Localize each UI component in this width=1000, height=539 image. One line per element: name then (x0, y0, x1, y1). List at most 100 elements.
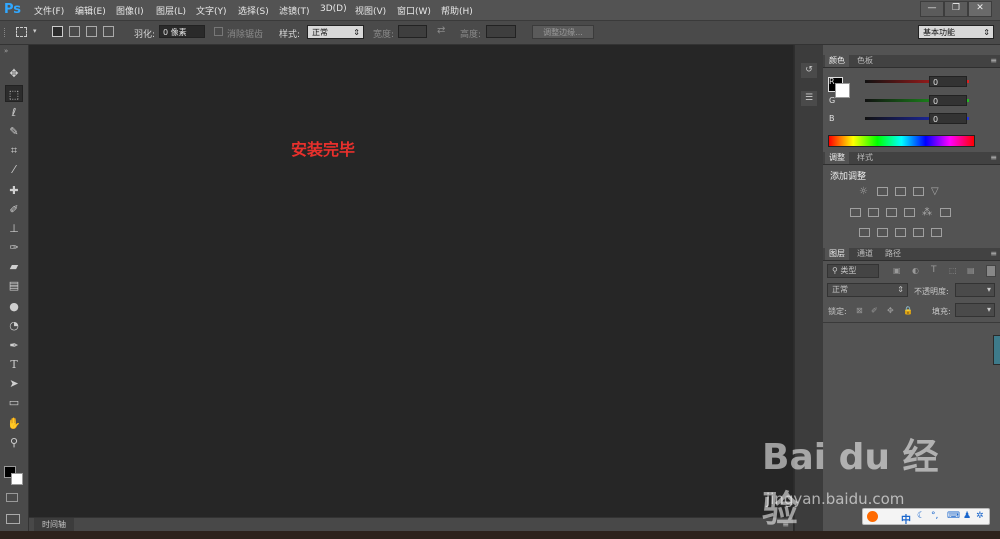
color-balance-icon[interactable] (868, 208, 879, 217)
close-icon[interactable]: ✕ (968, 1, 992, 17)
hue-saturation-icon[interactable] (850, 208, 861, 217)
canvas-area[interactable] (29, 45, 793, 517)
screen-mode-icon[interactable] (6, 514, 20, 524)
add-selection-icon[interactable] (69, 26, 80, 37)
properties-panel-icon[interactable]: ☰ (801, 91, 817, 106)
punctuation-icon[interactable]: °, (931, 511, 938, 521)
timeline-panel[interactable]: 时间轴 ≡ (29, 517, 793, 532)
tab-styles[interactable]: 样式 (853, 152, 877, 164)
collapse-toolbox-icon[interactable]: » (4, 47, 8, 55)
blur-tool-icon[interactable]: ● (5, 298, 23, 315)
tools-icon[interactable]: ✲ (976, 511, 984, 521)
channel-g-input[interactable]: 0 (929, 95, 967, 106)
tab-layers[interactable]: 图层 (825, 248, 849, 260)
tab-channels[interactable]: 通道 (853, 248, 877, 260)
hand-tool-icon[interactable]: ✋ (5, 415, 23, 432)
color-spectrum-ramp[interactable] (828, 135, 975, 147)
lock-position-icon[interactable]: ✥ (887, 306, 894, 315)
antialias-checkbox[interactable] (214, 27, 223, 36)
filter-smart-object-icon[interactable]: ▤ (967, 266, 975, 275)
rectangle-tool-icon[interactable]: ▭ (5, 394, 23, 411)
panel-scroll-handle[interactable] (993, 335, 1000, 365)
photo-filter-icon[interactable] (904, 208, 915, 217)
workspace-select[interactable]: 基本功能 ⇕ (918, 25, 994, 39)
layers-panel-menu-icon[interactable]: ≡ (990, 248, 997, 260)
posterize-icon[interactable] (877, 228, 888, 237)
color-panel-menu-icon[interactable]: ≡ (990, 55, 997, 67)
dodge-tool-icon[interactable]: ◔ (5, 317, 23, 334)
black-white-icon[interactable] (886, 208, 897, 217)
ime-toolbar[interactable]: 中 ☾ °, ⌨ ♟ ✲ (862, 508, 990, 526)
feather-input[interactable]: 0 像素 (159, 25, 205, 38)
invert-icon[interactable] (859, 228, 870, 237)
brightness-contrast-icon[interactable]: ☼ (859, 187, 870, 197)
gradient-map-icon[interactable] (913, 228, 924, 237)
vibrance-icon[interactable]: ▽ (931, 187, 942, 197)
zoom-tool-icon[interactable]: ⚲ (5, 434, 23, 451)
keyboard-icon[interactable]: ⌨ (947, 511, 960, 521)
eraser-tool-icon[interactable]: ▰ (5, 258, 23, 275)
marquee-tool-icon[interactable]: ⬚ (5, 85, 23, 102)
brush-tool-icon[interactable]: ✐ (5, 201, 23, 218)
healing-brush-tool-icon[interactable]: ✚ (5, 182, 23, 199)
tab-paths[interactable]: 路径 (881, 248, 905, 260)
menu-3d[interactable]: 3D(D) (320, 4, 347, 14)
crop-tool-icon[interactable]: ⌗ (5, 142, 23, 159)
menu-file[interactable]: 文件(F) (34, 4, 64, 17)
opacity-input[interactable]: ▾ (955, 283, 995, 297)
blend-mode-select[interactable]: 正常 ⇕ (827, 283, 908, 297)
refine-edge-button[interactable]: 调整边缘... (532, 25, 594, 39)
height-input[interactable] (486, 25, 516, 38)
clone-stamp-tool-icon[interactable]: ⊥ (5, 220, 23, 237)
move-tool-icon[interactable]: ✥ (5, 65, 23, 82)
rectangular-marquee-preset-icon[interactable] (16, 27, 27, 37)
history-brush-tool-icon[interactable]: ✑ (5, 239, 23, 256)
eyedropper-tool-icon[interactable]: ⁄ (5, 161, 23, 178)
quick-mask-icon[interactable] (6, 493, 18, 502)
menu-view[interactable]: 视图(V) (355, 4, 386, 17)
menu-image[interactable]: 图像(I) (116, 4, 144, 17)
menu-edit[interactable]: 编辑(E) (75, 4, 106, 17)
style-select[interactable]: 正常 ⇕ (307, 25, 364, 39)
exposure-icon[interactable] (913, 187, 924, 196)
channel-mixer-icon[interactable]: ⁂ (922, 208, 933, 218)
new-selection-icon[interactable] (52, 26, 63, 37)
adjustments-panel-menu-icon[interactable]: ≡ (990, 152, 997, 164)
fill-input[interactable]: ▾ (955, 303, 995, 317)
intersect-selection-icon[interactable] (103, 26, 114, 37)
tab-swatches[interactable]: 色板 (853, 55, 877, 67)
threshold-icon[interactable] (895, 228, 906, 237)
tab-color[interactable]: 颜色 (825, 55, 849, 67)
restore-icon[interactable]: ❐ (944, 1, 968, 17)
pen-tool-icon[interactable]: ✒ (5, 337, 23, 354)
lock-transparent-icon[interactable]: ⊠ (856, 306, 863, 315)
channel-r-input[interactable]: 0 (929, 76, 967, 87)
user-icon[interactable]: ♟ (963, 511, 971, 521)
preset-dropdown-icon[interactable]: ▾ (33, 27, 37, 35)
lasso-tool-icon[interactable]: ℓ (5, 104, 23, 121)
levels-icon[interactable] (877, 187, 888, 196)
tab-adjustments[interactable]: 调整 (825, 152, 849, 164)
filter-shape-icon[interactable]: ⬚ (949, 266, 957, 275)
lock-all-icon[interactable]: 🔒 (903, 306, 913, 315)
filter-toggle-switch[interactable] (986, 265, 996, 277)
menu-select[interactable]: 选择(S) (238, 4, 269, 17)
quick-selection-tool-icon[interactable]: ✎ (5, 123, 23, 140)
gradient-tool-icon[interactable]: ▤ (5, 277, 23, 294)
moon-icon[interactable]: ☾ (917, 511, 925, 521)
channel-b-input[interactable]: 0 (929, 113, 967, 124)
layer-filter-select[interactable]: ⚲ 类型 (827, 264, 879, 278)
lock-image-icon[interactable]: ✐ (871, 306, 878, 315)
subtract-selection-icon[interactable] (86, 26, 97, 37)
menu-type[interactable]: 文字(Y) (196, 4, 227, 17)
swap-icon[interactable]: ⇄ (437, 25, 445, 36)
type-tool-icon[interactable]: T (5, 356, 23, 373)
menu-filter[interactable]: 滤镜(T) (279, 4, 310, 17)
color-lookup-icon[interactable] (940, 208, 951, 217)
curves-icon[interactable] (895, 187, 906, 196)
timeline-tab[interactable]: 时间轴 (34, 518, 74, 532)
filter-type-icon[interactable]: T (931, 265, 937, 275)
ime-mode-indicator[interactable]: 中 (901, 511, 911, 526)
minimize-icon[interactable]: — (920, 1, 944, 17)
menu-help[interactable]: 帮助(H) (441, 4, 473, 17)
